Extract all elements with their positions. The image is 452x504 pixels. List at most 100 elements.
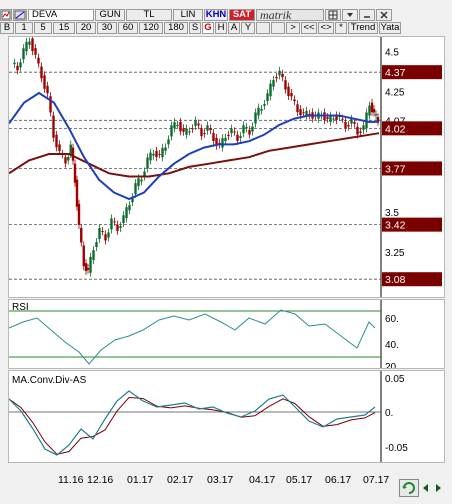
candle-body: [197, 123, 200, 126]
interval-h[interactable]: H: [215, 22, 227, 34]
candle-body: [227, 134, 230, 137]
candle-body: [221, 138, 224, 148]
rsi-tick: 60.: [385, 314, 399, 325]
candle-body: [55, 134, 58, 148]
level-value: 3.77: [385, 163, 406, 175]
price-tick: 3.25: [385, 248, 405, 259]
candle-body: [224, 137, 227, 142]
candle-body: [167, 139, 170, 145]
candle-body: [28, 41, 31, 45]
interval-s[interactable]: S: [189, 22, 201, 34]
candle-body: [272, 79, 275, 87]
interval-180[interactable]: 180: [164, 22, 188, 34]
period-button-tl[interactable]: TL: [126, 9, 172, 21]
period-button-gun[interactable]: GUN: [95, 9, 125, 21]
trend-button[interactable]: Trend: [348, 22, 378, 34]
candle-body: [293, 99, 296, 102]
sat-button[interactable]: SAT: [229, 9, 255, 21]
candle-body: [110, 218, 113, 230]
candle-body: [89, 256, 92, 273]
blank-button-2[interactable]: [271, 22, 285, 34]
candle-body: [278, 70, 281, 76]
candle-body: [203, 133, 206, 135]
scroll-right-button[interactable]: >: [286, 22, 300, 34]
candle-body: [52, 115, 55, 138]
minimize-icon[interactable]: [359, 9, 375, 21]
close-icon[interactable]: [376, 9, 392, 21]
grid-icon[interactable]: [325, 9, 341, 21]
candle-body: [299, 109, 302, 116]
price-chart[interactable]: 4.644.374.074.023.773.423.084.54.253.53.…: [8, 21, 444, 297]
candle-body: [287, 86, 290, 97]
candle-body: [155, 150, 158, 158]
macd-tick: -0.05: [385, 443, 408, 454]
interval-b[interactable]: B: [0, 22, 14, 34]
candle-body: [170, 125, 173, 137]
candle-body: [188, 131, 191, 133]
yatay-button[interactable]: Yata: [379, 22, 401, 34]
level-value: 4.02: [385, 123, 406, 135]
candle-body: [332, 118, 335, 120]
dropdown-icon[interactable]: [342, 9, 358, 21]
chart-menu-icon[interactable]: [0, 9, 12, 21]
period-button-lin[interactable]: LIN: [173, 9, 203, 21]
khn-button[interactable]: KHN: [204, 9, 228, 21]
interval-a[interactable]: A: [228, 22, 240, 34]
candle-body: [46, 85, 49, 94]
interval-20[interactable]: 20: [76, 22, 96, 34]
candle-body: [212, 133, 215, 141]
candle-body: [200, 128, 203, 137]
star-button[interactable]: *: [335, 22, 347, 34]
scroll-right-icon[interactable]: [433, 483, 443, 493]
interval-5[interactable]: 5: [34, 22, 52, 34]
scroll-left-icon[interactable]: [421, 483, 431, 493]
candle-body: [239, 136, 242, 138]
interval-1[interactable]: 1: [15, 22, 33, 34]
scale-icon[interactable]: [13, 9, 27, 21]
candle-body: [75, 179, 79, 207]
rsi-panel[interactable]: RSI 60. 40. 20: [8, 299, 445, 373]
macd-panel[interactable]: MA.Conv.Div-AS 0.05 0. -0.05: [8, 370, 445, 463]
rsi-line: [8, 309, 376, 365]
candle-body: [185, 128, 188, 135]
moving-average-long: [8, 132, 380, 178]
x-label-03-17: 03.17: [207, 474, 234, 486]
candle-body: [302, 112, 305, 114]
scroll-left-button[interactable]: <<: [301, 22, 317, 34]
refresh-icon[interactable]: [399, 479, 419, 497]
macd-label: MA.Conv.Div-AS: [12, 375, 87, 386]
expand-button[interactable]: <>: [318, 22, 334, 34]
candle-body: [71, 147, 75, 161]
candle-body: [64, 157, 67, 164]
candle-body: [134, 183, 137, 195]
candle-body: [77, 203, 81, 225]
candle-body: [266, 93, 269, 102]
interval-60[interactable]: 60: [118, 22, 138, 34]
candle-body: [242, 125, 245, 134]
symbol-field[interactable]: DEVA: [28, 9, 94, 21]
rsi-chart[interactable]: RSI60.40.20: [8, 300, 444, 373]
macd-line: [8, 390, 376, 456]
candle-body: [248, 129, 251, 135]
candle-body: [101, 231, 104, 233]
macd-tick: 0.: [385, 408, 393, 419]
candle-body: [296, 104, 299, 113]
macd-tick: 0.05: [385, 374, 405, 385]
price-panel[interactable]: 4.644.374.074.023.773.423.084.54.253.53.…: [8, 21, 445, 298]
candle-body: [125, 207, 128, 219]
interval-g[interactable]: G: [202, 22, 214, 34]
blank-button-1[interactable]: [256, 22, 270, 34]
candle-body: [19, 62, 22, 68]
candle-body: [158, 154, 161, 156]
candle-body: [40, 66, 43, 79]
candle-body: [368, 105, 371, 116]
candle-body: [269, 83, 272, 97]
interval-15[interactable]: 15: [53, 22, 75, 34]
macd-chart[interactable]: MA.Conv.Div-AS 0.05 0. -0.05: [8, 371, 444, 462]
interval-120[interactable]: 120: [139, 22, 163, 34]
candle-body: [58, 144, 61, 152]
interval-y[interactable]: Y: [241, 22, 255, 34]
candle-body: [284, 80, 287, 90]
candle-body: [359, 131, 362, 133]
interval-30[interactable]: 30: [97, 22, 117, 34]
